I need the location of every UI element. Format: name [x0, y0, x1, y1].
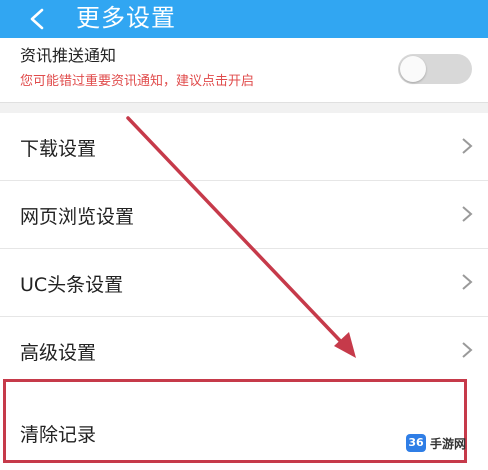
- watermark-badge: 36: [406, 434, 426, 452]
- chevron-right-icon: [462, 274, 473, 290]
- settings-item-download[interactable]: 下载设置: [0, 113, 488, 181]
- settings-item-web-browsing[interactable]: 网页浏览设置: [0, 181, 488, 249]
- top-bar: 更多设置: [0, 0, 488, 38]
- settings-item-label: 下载设置: [20, 138, 97, 160]
- push-notification-toggle[interactable]: [398, 54, 472, 84]
- toggle-knob: [400, 56, 426, 82]
- push-notification-label: 资讯推送通知: [20, 46, 117, 65]
- push-notification-setting[interactable]: 资讯推送通知 您可能错过重要资讯通知，建议点击开启: [0, 38, 488, 103]
- settings-item-advanced[interactable]: 高级设置: [0, 317, 488, 385]
- settings-item-label: 高级设置: [20, 342, 97, 364]
- settings-item-uc-headlines[interactable]: UC头条设置: [0, 249, 488, 317]
- settings-list: 下载设置 网页浏览设置 UC头条设置 高级设置: [0, 113, 488, 385]
- back-arrow-icon[interactable]: [26, 7, 50, 31]
- clear-records-label: 清除记录: [20, 424, 97, 446]
- chevron-right-icon: [462, 138, 473, 154]
- chevron-right-icon: [462, 206, 473, 222]
- watermark-text: 手游网: [430, 437, 467, 451]
- push-notification-hint: 您可能错过重要资讯通知，建议点击开启: [20, 74, 255, 89]
- settings-item-label: UC头条设置: [20, 274, 124, 296]
- watermark-logo: 36 手游网: [404, 430, 488, 464]
- settings-item-label: 网页浏览设置: [20, 206, 135, 228]
- page-title: 更多设置: [76, 4, 176, 32]
- chevron-right-icon: [462, 342, 473, 358]
